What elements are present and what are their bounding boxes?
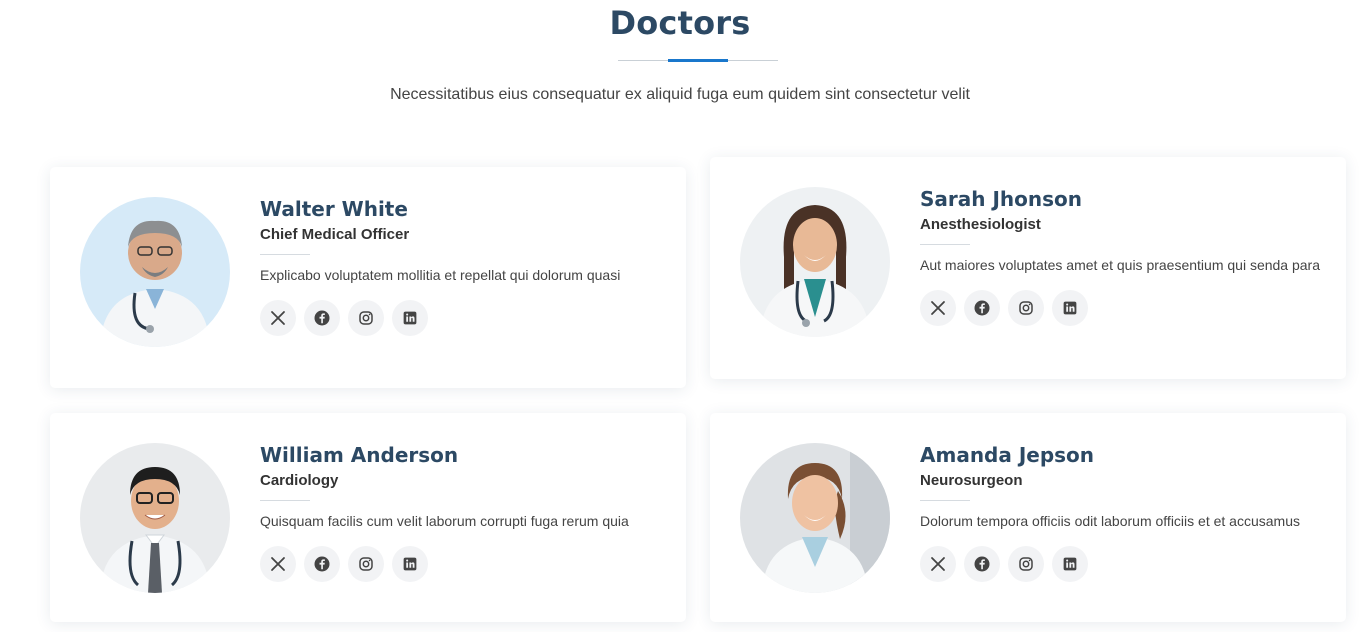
doctor-role: Anesthesiologist	[920, 216, 1041, 233]
instagram-icon[interactable]	[348, 300, 384, 336]
x-icon[interactable]	[260, 300, 296, 336]
doctor-photo	[740, 187, 890, 337]
doctors-section: Doctors Necessitatibus eius consequatur …	[0, 0, 1360, 632]
doctor-card: Amanda Jepson Neurosurgeon Dolorum tempo…	[710, 413, 1346, 622]
doctor-name: William Anderson	[260, 443, 459, 467]
linkedin-icon[interactable]	[1052, 546, 1088, 582]
section-subtitle: Necessitatibus eius consequatur ex aliqu…	[390, 86, 970, 103]
doctor-description: Quisquam facilis cum velit laborum corru…	[260, 513, 629, 529]
linkedin-icon[interactable]	[1052, 290, 1088, 326]
divider	[260, 254, 310, 255]
social-links	[260, 300, 666, 336]
instagram-icon[interactable]	[348, 546, 384, 582]
instagram-icon[interactable]	[1008, 546, 1044, 582]
facebook-icon[interactable]	[964, 290, 1000, 326]
doctor-description: Aut maiores voluptates amet et quis prae…	[920, 257, 1321, 273]
doctor-info: Walter White Chief Medical Officer Expli…	[260, 197, 666, 336]
doctor-name: Walter White	[260, 197, 408, 221]
doctor-info: Amanda Jepson Neurosurgeon Dolorum tempo…	[920, 443, 1326, 582]
x-icon[interactable]	[920, 290, 956, 326]
doctor-role: Cardiology	[260, 472, 339, 489]
doctor-card: William Anderson Cardiology Quisquam fac…	[50, 413, 686, 622]
doctor-info: Sarah Jhonson Anesthesiologist Aut maior…	[920, 187, 1326, 326]
divider	[920, 500, 970, 501]
doctor-description: Explicabo voluptatem mollitia et repella…	[260, 267, 621, 283]
x-icon[interactable]	[920, 546, 956, 582]
linkedin-icon[interactable]	[392, 546, 428, 582]
section-title: Doctors	[609, 4, 751, 42]
title-accent-bar	[668, 59, 728, 62]
social-links	[260, 546, 666, 582]
divider	[920, 244, 970, 245]
facebook-icon[interactable]	[304, 300, 340, 336]
doctor-info: William Anderson Cardiology Quisquam fac…	[260, 443, 666, 582]
doctor-photo	[80, 443, 230, 593]
doctor-description: Dolorum tempora officiis odit laborum of…	[920, 513, 1300, 529]
facebook-icon[interactable]	[964, 546, 1000, 582]
instagram-icon[interactable]	[1008, 290, 1044, 326]
doctor-card: Walter White Chief Medical Officer Expli…	[50, 167, 686, 388]
doctor-name: Sarah Jhonson	[920, 187, 1083, 211]
doctor-card: Sarah Jhonson Anesthesiologist Aut maior…	[710, 157, 1346, 379]
social-links	[920, 290, 1326, 326]
doctor-role: Chief Medical Officer	[260, 226, 410, 243]
x-icon[interactable]	[260, 546, 296, 582]
doctor-name: Amanda Jepson	[920, 443, 1095, 467]
linkedin-icon[interactable]	[392, 300, 428, 336]
facebook-icon[interactable]	[304, 546, 340, 582]
divider	[260, 500, 310, 501]
doctor-photo	[80, 197, 230, 347]
doctor-photo	[740, 443, 890, 593]
doctor-role: Neurosurgeon	[920, 472, 1023, 489]
social-links	[920, 546, 1326, 582]
